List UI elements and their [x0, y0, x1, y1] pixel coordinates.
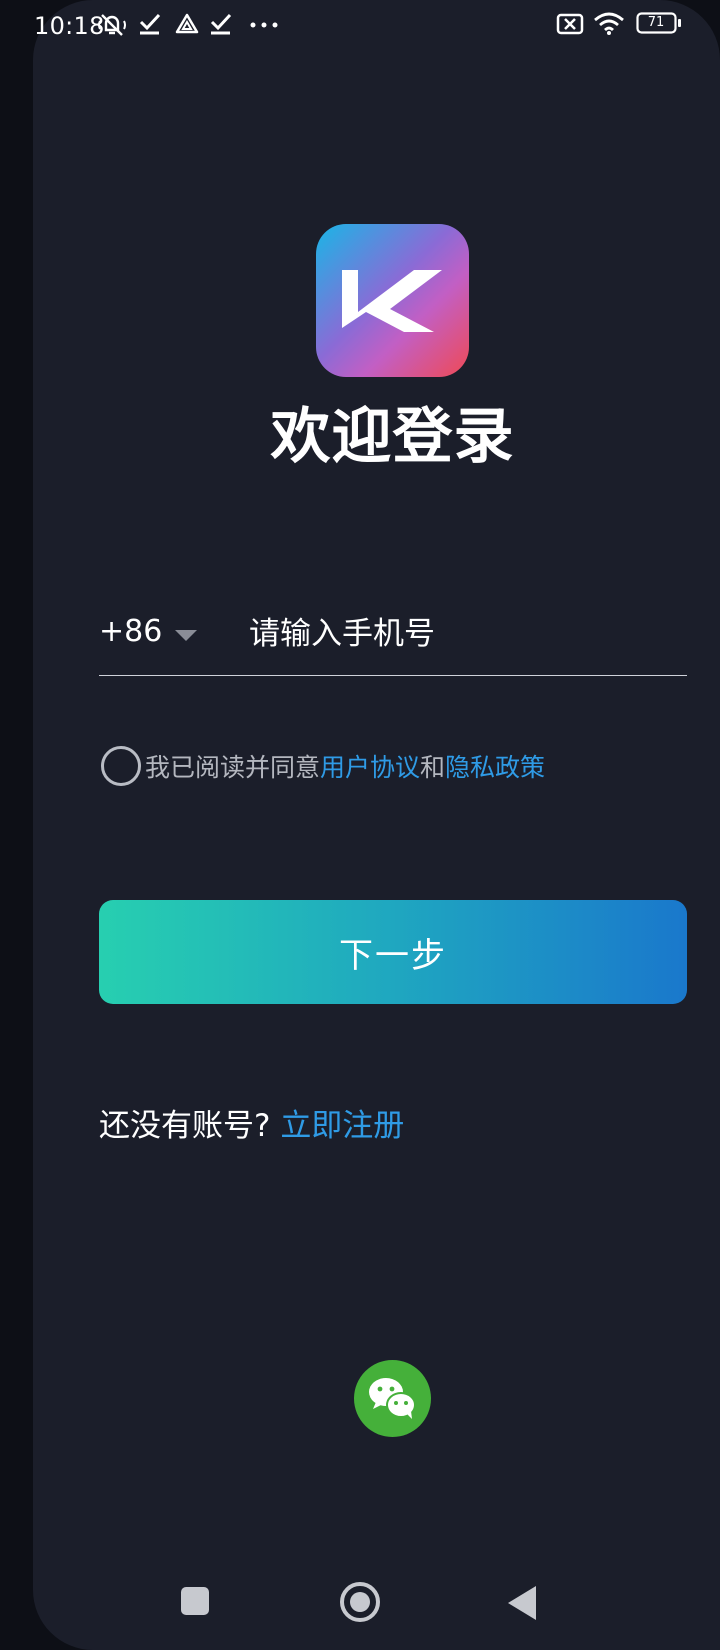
mute-notification-icon [98, 14, 126, 36]
agreement-row: 我已阅读并同意 用户协议 和 隐私政策 [101, 745, 545, 787]
agreement-text: 我已阅读并同意 [145, 753, 321, 782]
recents-icon[interactable] [181, 1587, 209, 1615]
wechat-icon [369, 1378, 416, 1419]
screen: 10:18 71 欢迎登录 +86 请输入手机号 我已阅读并同意 用户协议 和 … [0, 0, 720, 1650]
wifi-icon [594, 12, 624, 35]
chevron-down-icon [175, 630, 197, 641]
user-agreement-link[interactable]: 用户协议 [320, 748, 420, 784]
agreement-and-text: 和 [420, 753, 446, 782]
country-code-selector[interactable]: +86 [99, 608, 209, 668]
keep-app-logo [342, 270, 442, 332]
battery-level: 71 [647, 15, 665, 30]
navigation-bar [0, 1560, 720, 1650]
more-dots-icon [250, 22, 278, 28]
back-icon[interactable] [508, 1586, 536, 1620]
drive-icon [175, 13, 199, 34]
home-icon[interactable] [340, 1582, 380, 1622]
check-icon [210, 13, 232, 35]
register-link[interactable]: 立即注册 [280, 1108, 404, 1144]
status-bar: 10:18 71 [0, 0, 720, 52]
check-icon [139, 13, 161, 35]
agreement-checkbox[interactable] [101, 746, 141, 786]
battery-icon: 71 [636, 12, 682, 34]
status-time: 10:18 [34, 12, 105, 40]
privacy-policy-link[interactable]: 隐私政策 [445, 748, 545, 784]
phone-row: +86 [99, 608, 687, 676]
country-code: +86 [99, 614, 163, 649]
app-logo [316, 224, 469, 377]
page-title: 欢迎登录 [270, 402, 515, 472]
no-account-text: 还没有账号? [99, 1108, 271, 1144]
no-sim-icon [556, 13, 584, 35]
signup-row: 还没有账号? 立即注册 [99, 1100, 404, 1145]
wechat-login-button[interactable] [354, 1360, 431, 1437]
phone-input[interactable] [249, 608, 679, 660]
next-button[interactable]: 下一步 [99, 900, 687, 1004]
